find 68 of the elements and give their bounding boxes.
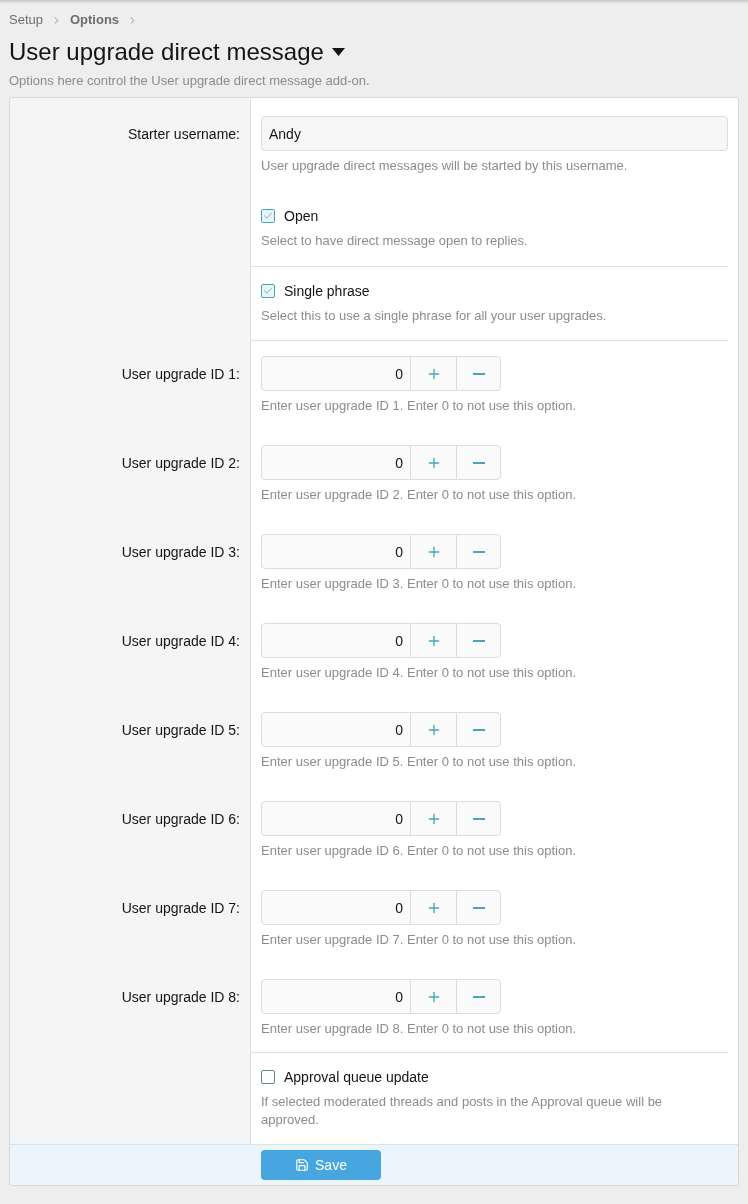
number-field[interactable]: 0	[261, 712, 411, 747]
decrement-button[interactable]	[456, 534, 501, 569]
decrement-button[interactable]	[456, 623, 501, 658]
checkbox-label[interactable]: Approval queue update	[284, 1066, 429, 1088]
check-icon	[263, 286, 273, 296]
decrement-button[interactable]	[456, 356, 501, 391]
field-label: User upgrade ID 3:	[121, 543, 240, 562]
checkbox[interactable]	[261, 1070, 275, 1084]
checkbox-label[interactable]: Single phrase	[284, 280, 370, 302]
hint-text: User upgrade direct messages will be started by this username.	[261, 157, 629, 175]
increment-button[interactable]	[411, 623, 456, 658]
minus-icon	[472, 906, 485, 909]
checkbox[interactable]	[261, 284, 275, 298]
hint-text: Enter user upgrade ID 5. Enter 0 to not use this option.	[261, 753, 578, 771]
field-label: User upgrade ID 8:	[121, 988, 240, 1007]
number-field[interactable]: 0	[261, 623, 411, 658]
check-icon	[263, 211, 273, 221]
increment-button[interactable]	[411, 445, 456, 480]
decrement-button[interactable]	[456, 890, 501, 925]
decrement-button[interactable]	[456, 445, 501, 480]
breadcrumb-link[interactable]: Options	[70, 10, 120, 30]
hint-text: Enter user upgrade ID 8. Enter 0 to not use this option.	[261, 1020, 578, 1038]
minus-icon	[472, 550, 485, 553]
hint-text: Enter user upgrade ID 6. Enter 0 to not use this option.	[261, 842, 578, 860]
hint-text: Enter user upgrade ID 2. Enter 0 to not use this option.	[261, 486, 578, 504]
page-description: Options here control the User upgrade direct message add-on.	[9, 72, 371, 90]
hint-text: Enter user upgrade ID 7. Enter 0 to not use this option.	[261, 931, 578, 949]
hint-text: Select to have direct message open to replies.	[261, 232, 529, 250]
number-field[interactable]: 0	[261, 979, 411, 1014]
field-label: User upgrade ID 5:	[121, 721, 240, 740]
checkbox[interactable]	[261, 209, 275, 223]
hint-text: Enter user upgrade ID 3. Enter 0 to not use this option.	[261, 575, 578, 593]
hint-text: Enter user upgrade ID 4. Enter 0 to not use this option.	[261, 664, 578, 682]
minus-icon	[472, 728, 485, 731]
increment-button[interactable]	[411, 801, 456, 836]
minus-icon	[472, 817, 485, 820]
page-title: User upgrade direct message	[9, 37, 324, 67]
number-field[interactable]: 0	[261, 890, 411, 925]
minus-icon	[472, 639, 485, 642]
field-label: User upgrade ID 6:	[121, 810, 240, 829]
save-icon	[295, 1158, 310, 1172]
hint-text: Enter user upgrade ID 1. Enter 0 to not use this option.	[261, 397, 578, 415]
increment-button[interactable]	[411, 534, 456, 569]
breadcrumb-link[interactable]: Setup	[9, 10, 43, 30]
username-field[interactable]: Andy	[261, 116, 728, 151]
hint-text: If selected moderated threads and posts in the Approval queue will be approved.	[261, 1093, 664, 1129]
increment-button[interactable]	[411, 712, 456, 747]
checkbox-label[interactable]: Open	[284, 205, 319, 227]
number-field[interactable]: 0	[261, 356, 411, 391]
caret-icon[interactable]	[331, 48, 345, 56]
increment-button[interactable]	[411, 890, 456, 925]
decrement-button[interactable]	[456, 979, 501, 1014]
decrement-button[interactable]	[456, 801, 501, 836]
field-label: User upgrade ID 2:	[121, 454, 240, 473]
hint-text: Select this to use a single phrase for all your user upgrades.	[261, 307, 608, 325]
minus-icon	[472, 461, 485, 464]
number-field[interactable]: 0	[261, 801, 411, 836]
field-label: Starter username:	[127, 125, 240, 144]
minus-icon	[472, 995, 485, 998]
minus-icon	[472, 372, 485, 375]
decrement-button[interactable]	[456, 712, 501, 747]
field-label: User upgrade ID 4:	[121, 632, 240, 651]
number-field[interactable]: 0	[261, 534, 411, 569]
number-field[interactable]: 0	[261, 445, 411, 480]
increment-button[interactable]	[411, 356, 456, 391]
field-label: User upgrade ID 7:	[121, 899, 240, 918]
increment-button[interactable]	[411, 979, 456, 1014]
field-label: User upgrade ID 1:	[121, 365, 240, 384]
